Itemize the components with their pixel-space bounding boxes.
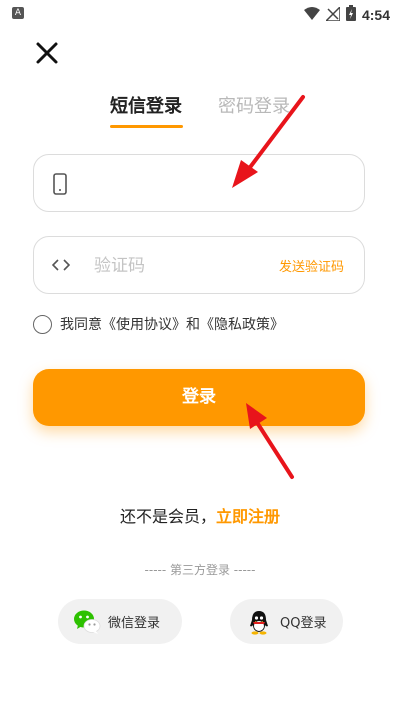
status-bar: A 4:54 [0,0,400,28]
register-prompt: 还不是会员， [119,507,216,526]
active-tab-indicator [110,125,183,128]
agreement-checkbox[interactable] [33,314,52,334]
send-code-button[interactable]: 发送验证码 [279,256,344,275]
tab-sms-login[interactable]: 短信登录 [110,92,182,118]
wechat-login-button[interactable]: 微信登录 [58,599,182,644]
agreement-text[interactable]: 我同意《使用协议》和《隐私政策》 [60,314,284,334]
third-party-divider: ----- 第三方登录 ----- [144,563,256,577]
status-time: 4:54 [361,7,390,23]
qq-login-label: QQ登录 [280,616,327,631]
wechat-login-label: 微信登录 [108,616,161,631]
register-link[interactable]: 立即注册 [216,507,280,526]
no-signal-icon [324,4,341,25]
tab-password-login[interactable]: 密码登录 [218,92,290,118]
login-tabs: 短信登录 密码登录 [0,92,400,132]
phone-input[interactable] [92,169,296,199]
battery-icon [345,5,356,25]
verification-code-field[interactable]: 发送验证码 [33,236,365,294]
wifi-icon [303,6,320,25]
close-button[interactable] [34,40,60,66]
notification-icon: A [12,7,24,19]
code-icon [51,257,71,277]
wechat-icon [73,608,101,636]
qq-login-button[interactable]: QQ登录 [230,599,343,644]
phone-field[interactable] [33,154,365,212]
register-row: 还不是会员，立即注册 [0,503,400,527]
close-icon [36,42,58,64]
qq-icon [245,608,273,636]
code-input[interactable] [92,251,296,281]
login-button[interactable]: 登录 [33,369,365,426]
phone-icon [52,173,68,199]
agreement-row: 我同意《使用协议》和《隐私政策》 [33,314,284,334]
